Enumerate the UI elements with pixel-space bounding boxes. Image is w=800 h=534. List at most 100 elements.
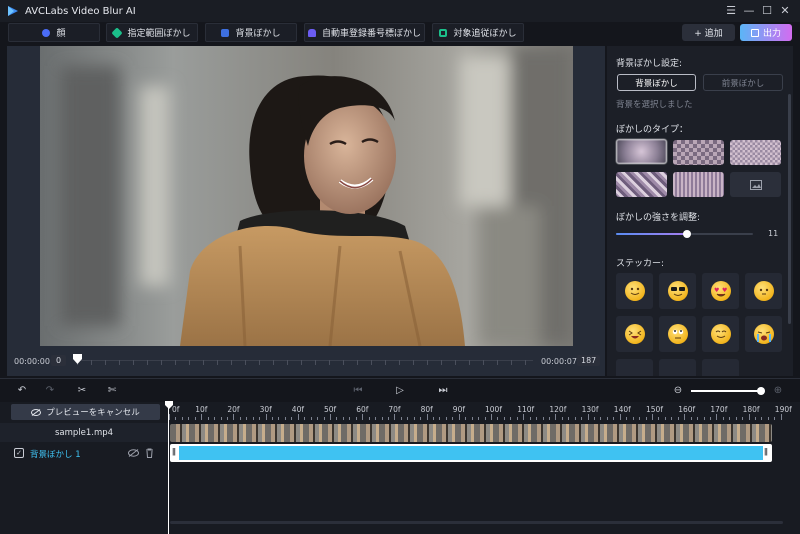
- split-icon[interactable]: ✂: [76, 385, 88, 397]
- foreground-blur-toggle[interactable]: 前景ぼかし: [703, 74, 783, 91]
- ruler-minor-tick: [536, 417, 538, 420]
- ruler-tick-label: 140f: [613, 405, 631, 414]
- zoom-out-icon[interactable]: ⊖: [672, 385, 684, 397]
- title-bar: AVCLabs Video Blur AI: [0, 0, 800, 22]
- prev-frame-icon[interactable]: ⏮: [352, 385, 364, 397]
- track-checkbox[interactable]: ✓: [14, 448, 24, 458]
- ruler-minor-tick: [259, 417, 261, 420]
- export-button[interactable]: 出力: [740, 24, 792, 41]
- ruler-minor-tick: [445, 417, 447, 420]
- ruler-minor-tick: [368, 417, 370, 420]
- sticker-blush[interactable]: [702, 316, 739, 352]
- track-visibility-icon[interactable]: [128, 449, 139, 457]
- frame-start-field[interactable]: 0: [51, 355, 67, 366]
- track-label: 背景ぼかし 1: [30, 450, 81, 460]
- ruler-minor-tick: [310, 417, 312, 420]
- panel-scrollbar[interactable]: [788, 94, 791, 324]
- timeline-scrollbar[interactable]: [170, 521, 783, 524]
- ruler-minor-tick: [497, 417, 499, 420]
- blur-type-pixel[interactable]: [730, 140, 781, 165]
- minimize-icon[interactable]: —: [742, 4, 756, 18]
- sticker-laughing[interactable]: [616, 316, 653, 352]
- video-frame[interactable]: [40, 46, 573, 346]
- ruler-minor-tick: [207, 417, 209, 420]
- sticker-crying[interactable]: [745, 316, 782, 352]
- undo-icon[interactable]: ↶: [16, 385, 28, 397]
- scrubber-handle-icon[interactable]: [73, 354, 82, 364]
- ruler-major-tick: [555, 414, 557, 420]
- sticker-neutral[interactable]: [745, 273, 782, 309]
- cancel-preview-button[interactable]: プレビューをキャンセル: [11, 404, 160, 420]
- zoom-slider[interactable]: [691, 387, 766, 395]
- ruler-minor-tick: [349, 417, 351, 420]
- background-blur-toggle[interactable]: 背景ぼかし: [617, 74, 696, 91]
- ruler-major-tick: [330, 414, 331, 420]
- sticker-sunglasses[interactable]: [659, 273, 696, 309]
- tool-face-blur[interactable]: 顔: [8, 23, 100, 42]
- ruler-major-tick: [684, 414, 686, 420]
- sticker-more-1[interactable]: [616, 359, 653, 376]
- redo-icon[interactable]: ↷: [44, 385, 56, 397]
- blur-type-streak[interactable]: [616, 172, 667, 197]
- sticker-heart-eyes[interactable]: ♥ ♥: [702, 273, 739, 309]
- ruler-minor-tick: [581, 417, 583, 420]
- ruler-minor-tick: [568, 417, 570, 420]
- ruler-minor-tick: [729, 417, 731, 420]
- ruler-minor-tick: [529, 417, 531, 420]
- blur-clip[interactable]: ǁ ǁ: [170, 444, 772, 462]
- tool-license-plate-blur[interactable]: 自動車登録番号標ぼかし: [304, 23, 425, 42]
- next-frame-icon[interactable]: ⏭: [437, 385, 449, 397]
- frame-end-field[interactable]: 187: [577, 355, 601, 366]
- strength-slider[interactable]: [616, 230, 753, 238]
- sticker-more-2[interactable]: [659, 359, 696, 376]
- close-icon[interactable]: ✕: [778, 4, 792, 18]
- add-button[interactable]: + 追加: [682, 24, 735, 41]
- blur-type-gaussian[interactable]: [616, 139, 667, 164]
- clip-right-handle-icon[interactable]: ǁ: [764, 447, 768, 456]
- zoom-in-icon[interactable]: ⊕: [772, 385, 784, 397]
- sticker-smile[interactable]: [616, 273, 653, 309]
- ruler-minor-tick: [194, 417, 196, 420]
- tool-area-blur[interactable]: 指定範囲ぼかし: [106, 23, 198, 42]
- ruler-major-tick: [233, 414, 235, 420]
- ruler-minor-tick: [613, 417, 615, 420]
- sticker-more-3[interactable]: [702, 359, 739, 376]
- ruler-major-tick: [587, 414, 589, 420]
- tool-bar: 顔 指定範囲ぼかし 背景ぼかし 自動車登録番号標ぼかし 対象追従ぼかし: [0, 22, 800, 44]
- cut-icon[interactable]: ✄: [106, 385, 118, 397]
- blur-type-mosaic[interactable]: [673, 140, 724, 165]
- ruler-tick-label: 100f: [485, 405, 502, 414]
- trash-icon[interactable]: [145, 448, 154, 458]
- video-clip-strip[interactable]: [170, 424, 772, 442]
- app-logo-icon: [8, 6, 18, 16]
- play-icon[interactable]: ▷: [394, 385, 406, 397]
- ruler-tick-label: 0f: [172, 405, 180, 414]
- ruler-minor-tick: [407, 417, 409, 420]
- blur-type-custom-image[interactable]: [730, 172, 781, 197]
- ruler-minor-tick: [452, 417, 454, 420]
- strength-knob[interactable]: [683, 230, 692, 238]
- ruler-minor-tick: [755, 417, 757, 420]
- ruler-tick-label: 40f: [291, 405, 304, 414]
- ruler-minor-tick: [188, 417, 190, 420]
- ruler-minor-tick: [355, 417, 357, 420]
- ruler-minor-tick: [697, 417, 699, 420]
- ruler-tick-label: 90f: [452, 405, 465, 414]
- sticker-eye-roll[interactable]: [659, 316, 696, 352]
- tool-tracking-blur[interactable]: 対象追従ぼかし: [432, 23, 524, 42]
- ruler-minor-tick: [252, 417, 254, 420]
- menu-icon[interactable]: ☰: [724, 4, 738, 18]
- ruler-minor-tick: [175, 417, 177, 420]
- blur-track-header[interactable]: ✓ 背景ぼかし 1: [0, 444, 168, 462]
- blur-type-lines[interactable]: [673, 172, 724, 197]
- maximize-icon[interactable]: ☐: [760, 4, 774, 18]
- export-button-label: 出力: [762, 29, 781, 39]
- ruler-tick-label: 130f: [581, 405, 599, 414]
- export-icon: [750, 28, 759, 37]
- zoom-knob[interactable]: [757, 387, 766, 395]
- tool-background-blur[interactable]: 背景ぼかし: [205, 23, 297, 42]
- ruler-major-tick: [265, 414, 267, 420]
- file-track-header: sample1.mp4: [0, 423, 168, 442]
- ruler-minor-tick: [703, 417, 705, 420]
- clip-left-handle-icon[interactable]: ǁ: [172, 447, 176, 456]
